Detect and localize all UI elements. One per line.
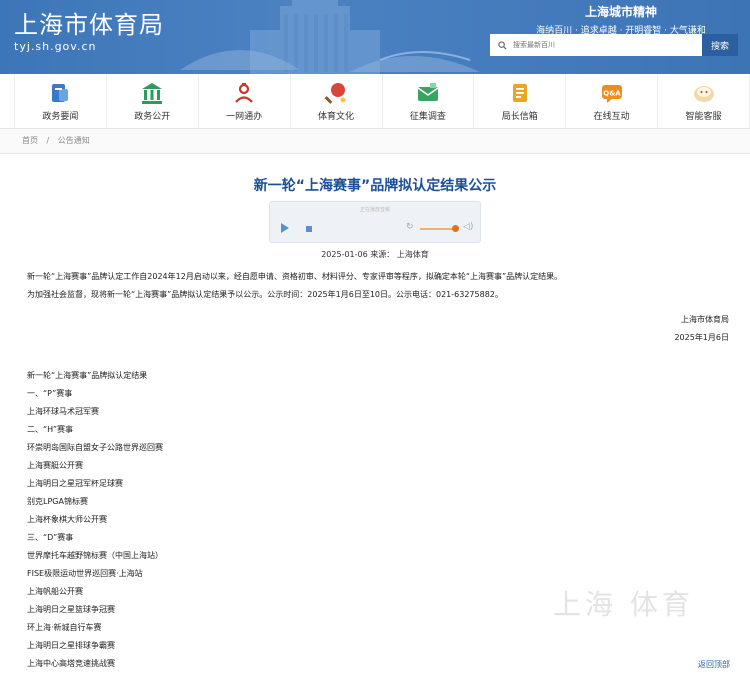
list-item: 三、“D”赛事	[27, 533, 74, 542]
main-nav: 政务要闻 政务公开 一网通办 体育文化 征集调查 局长信箱 Q&A 在线互动 智…	[0, 74, 750, 129]
list-item: 别克LPGA锦标赛	[27, 497, 88, 506]
nav-label: 一网通办	[226, 111, 263, 122]
list-item: 二、“H”赛事	[27, 425, 74, 434]
nav-label: 局长信箱	[501, 111, 538, 122]
nav-label: 智能客服	[685, 111, 722, 122]
city-slogan: 上海城市精神 海纳百川 · 追求卓越 · 开明睿智 · 大气谦和	[506, 3, 736, 36]
audio-label: 正在播放音频	[359, 207, 390, 213]
robot-icon	[693, 85, 714, 102]
list-item: 新一轮“上海赛事”品牌拟认定结果	[27, 371, 148, 380]
nav-label: 征集调查	[409, 111, 446, 122]
search-bar: 搜索	[490, 34, 738, 56]
nav-item-one-net[interactable]: 一网通办	[199, 74, 291, 128]
nav-item-smart-service[interactable]: 智能客服	[658, 74, 750, 128]
breadcrumb-home[interactable]: 首页	[22, 136, 38, 145]
mailbox-icon	[512, 83, 527, 102]
nav-label: 在线互动	[593, 111, 630, 122]
nav-label: 政务要闻	[42, 111, 79, 122]
list-item: 世界摩托车越野锦标赛（中国上海站）	[27, 551, 163, 560]
slogan-title: 上海城市精神	[584, 5, 657, 19]
loop-icon[interactable]: ↻	[406, 222, 414, 232]
site-logo[interactable]: 上海市体育局 tyj.sh.gov.cn	[14, 12, 164, 53]
signature-block: 上海市体育局 2025年1月6日	[27, 311, 729, 347]
signature-date: 2025年1月6日	[674, 333, 729, 342]
list-item: 上海环球马术冠军赛	[27, 407, 99, 416]
results-list: 新一轮“上海赛事”品牌拟认定结果 一、“P”赛事 上海环球马术冠军赛 二、“H”…	[27, 367, 729, 673]
search-field[interactable]	[490, 34, 702, 56]
breadcrumb-current[interactable]: 公告通知	[58, 136, 90, 145]
nav-label: 政务公开	[134, 111, 171, 122]
nav-item-director-mailbox[interactable]: 局长信箱	[474, 74, 567, 128]
search-input[interactable]	[511, 40, 695, 50]
article-paragraphs: 新一轮“上海赛事”品牌认定工作自2024年12月启动以来，经自愿申请、资格初审、…	[27, 268, 729, 304]
volume-icon[interactable]: ◁)	[463, 222, 473, 232]
ping-pong-icon	[324, 82, 346, 104]
list-item: 环崇明岛国际自盟女子公路世界巡回赛	[27, 443, 163, 452]
list-item: 上海明日之星排球争霸赛	[27, 641, 115, 650]
list-item: 上海中心高塔竞速挑战赛	[27, 659, 115, 668]
svg-text:Q&A: Q&A	[603, 89, 621, 97]
search-icon	[498, 40, 507, 50]
article-title: 新一轮“上海赛事”品牌拟认定结果公示	[253, 178, 497, 194]
logo-text: 上海市体育局	[14, 11, 164, 39]
search-button[interactable]: 搜索	[702, 34, 738, 56]
building-icon	[142, 82, 163, 104]
article-meta: 2025-01-06 来源： 上海体育	[321, 250, 429, 259]
nav-item-survey[interactable]: 征集调查	[383, 74, 475, 128]
list-item: 一、“P”赛事	[27, 389, 73, 398]
site-header: 上海市体育局 tyj.sh.gov.cn 上海城市精神 海纳百川 · 追求卓越 …	[0, 0, 750, 74]
list-item: 上海杯象棋大师公开赛	[27, 515, 107, 524]
news-icon	[52, 83, 69, 102]
nav-item-open-gov[interactable]: 政务公开	[107, 74, 199, 128]
qa-icon: Q&A	[601, 84, 622, 103]
logo-url: tyj.sh.gov.cn	[14, 40, 97, 53]
audio-player: 正在播放音频 ↻ ◁)	[269, 201, 481, 243]
paragraph-2: 为加强社会监督，现将新一轮“上海赛事”品牌拟认定结果予以公示。公示时间：2025…	[27, 290, 503, 299]
back-to-top-link[interactable]: 返回顶部	[698, 659, 730, 670]
list-item: 上海赛艇公开赛	[27, 461, 83, 470]
play-icon[interactable]	[280, 223, 290, 233]
stop-icon[interactable]	[306, 226, 312, 232]
paragraph-1: 新一轮“上海赛事”品牌认定工作自2024年12月启动以来，经自愿申请、资格初审、…	[27, 272, 563, 281]
nav-item-sports-culture[interactable]: 体育文化	[291, 74, 383, 128]
nav-label: 体育文化	[318, 111, 355, 122]
signature: 上海市体育局	[681, 315, 729, 324]
nav-item-online-interaction[interactable]: Q&A 在线互动	[566, 74, 659, 128]
breadcrumb: 首页 / 公告通知	[0, 129, 750, 154]
service-icon	[235, 82, 254, 103]
skyline-illustration	[180, 0, 480, 74]
envelope-icon	[417, 82, 439, 101]
list-item: FISE极限运动世界巡回赛·上海站	[27, 569, 143, 578]
volume-slider-handle[interactable]	[452, 225, 459, 232]
nav-item-news[interactable]: 政务要闻	[14, 74, 107, 128]
watermark: 上海 体育	[553, 588, 694, 621]
list-item: 上海明日之星冠军杯足球赛	[27, 479, 123, 488]
breadcrumb-separator: /	[46, 136, 50, 145]
